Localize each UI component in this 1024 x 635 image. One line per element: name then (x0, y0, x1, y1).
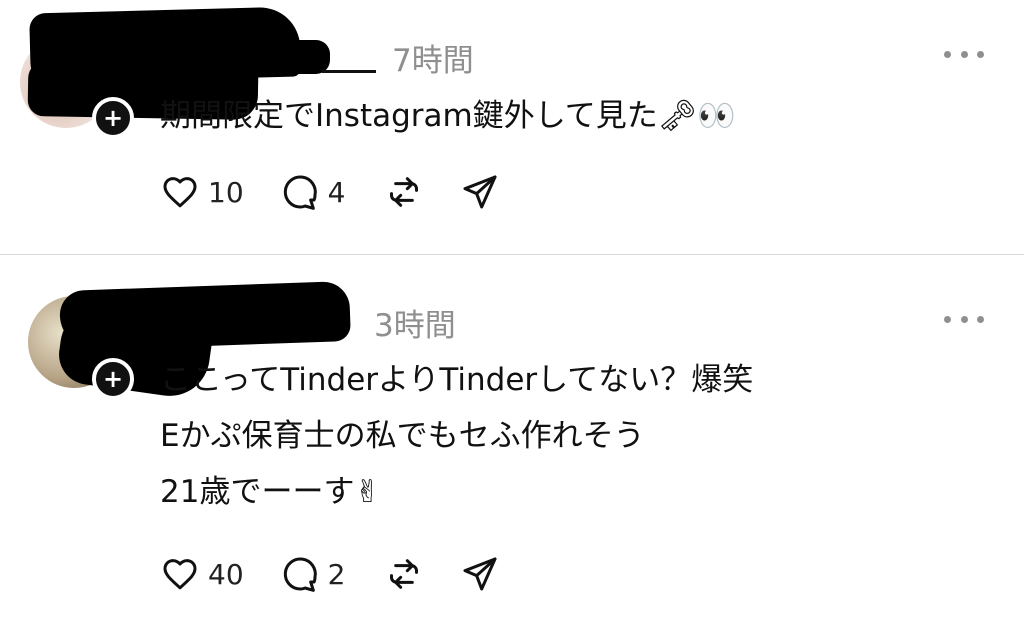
repost-button[interactable] (384, 172, 424, 212)
heart-icon (163, 559, 197, 590)
post-text-line: Eかぷ保育士の私でもセふ作れそう (160, 418, 645, 454)
post-text: ここってTinderよりTinderしてない？爆笑 Eかぷ保育士の私でもセふ作れ… (160, 352, 753, 520)
post-actions: 40 2 (160, 554, 536, 594)
repost-button[interactable] (384, 554, 424, 594)
like-count: 40 (208, 557, 244, 591)
repost-icon (389, 177, 418, 207)
post-divider (0, 254, 1024, 255)
send-icon (463, 175, 497, 209)
like-button[interactable]: 40 (160, 554, 244, 594)
like-button[interactable]: 10 (160, 172, 244, 212)
send-icon (463, 557, 497, 591)
comment-icon (283, 557, 317, 592)
post-timestamp: 3時間 (374, 308, 456, 344)
reply-count: 2 (327, 557, 346, 591)
reply-count: 4 (327, 175, 346, 209)
post-text-line: ここってTinderよりTinderしてない？爆笑 (160, 362, 754, 398)
follow-button[interactable]: + (92, 358, 134, 400)
like-count: 10 (208, 175, 244, 209)
post-text-line: 期間限定でInstagram鍵外して見た🗝👀 (160, 98, 736, 134)
post-timestamp: 7時間 (392, 43, 474, 79)
post-text-line: 21歳でーーす✌ (160, 474, 381, 510)
more-dots-icon[interactable] (944, 313, 984, 325)
thread-post-2: + 3時間 ここってTinderよりTinderしてない？爆笑 Eかぷ保育士の私… (0, 256, 1024, 635)
reply-button[interactable]: 4 (280, 172, 348, 212)
repost-icon (389, 559, 418, 589)
follow-button[interactable]: + (92, 97, 134, 139)
more-dots-icon[interactable] (944, 48, 984, 60)
reply-button[interactable]: 2 (280, 554, 348, 594)
username-underscore (322, 70, 376, 73)
post-actions: 10 4 (160, 172, 536, 212)
comment-icon (283, 175, 317, 210)
post-text: 期間限定でInstagram鍵外して見た🗝👀 (160, 88, 736, 144)
share-button[interactable] (460, 554, 500, 594)
share-button[interactable] (460, 172, 500, 212)
heart-icon (163, 177, 197, 208)
redaction-mark (240, 40, 330, 74)
thread-post-1: + 7時間 期間限定でInstagram鍵外して見た🗝👀 10 4 (0, 0, 1024, 254)
